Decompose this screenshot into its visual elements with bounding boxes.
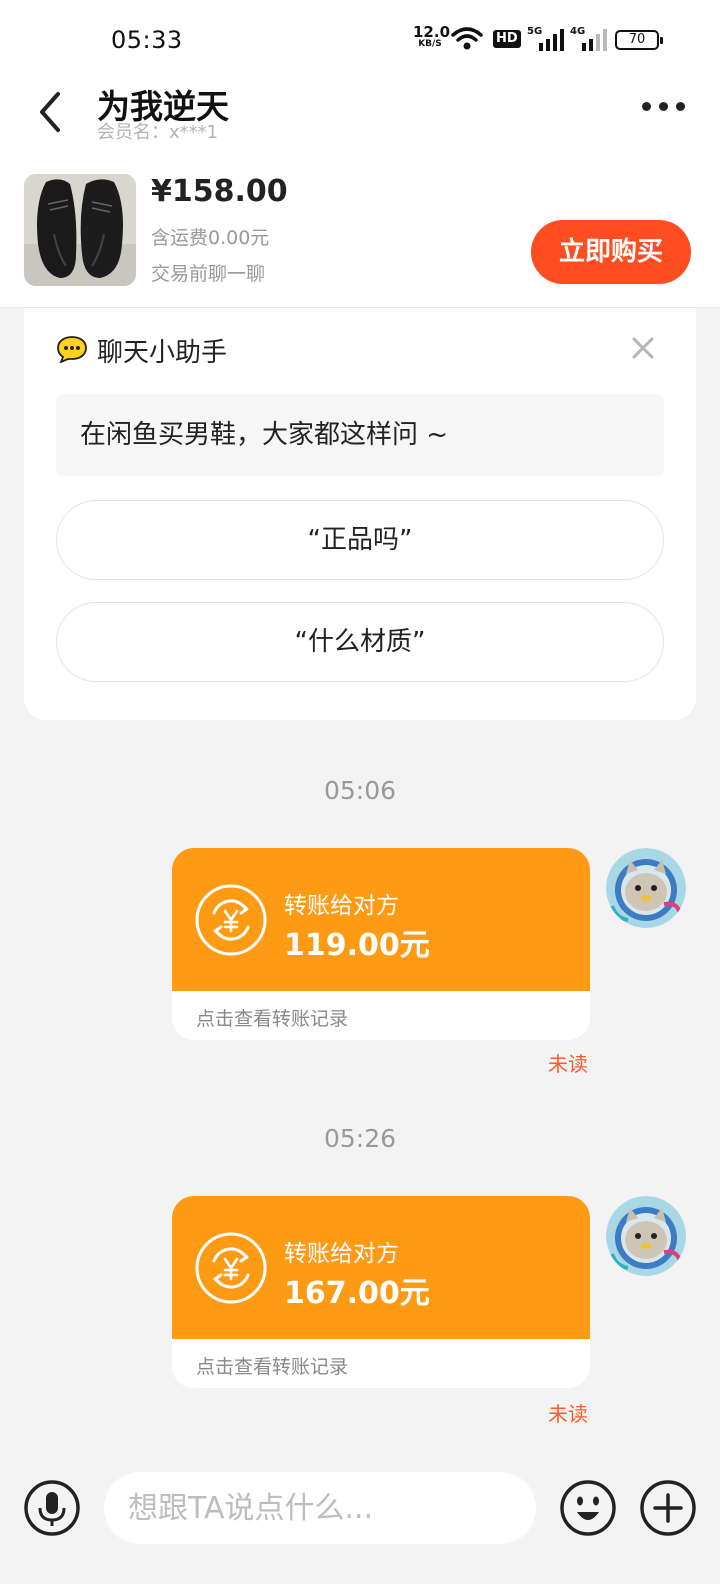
- network-speed: 12.0 KB/S: [413, 25, 450, 50]
- member-name: 会员名：x***1: [97, 122, 219, 143]
- status-bar: 05:33 12.0 KB/S HD 5G 4G 70: [0, 0, 720, 80]
- signal-sim2-icon: 4G: [570, 27, 608, 51]
- unread-status: 未读: [548, 1052, 588, 1076]
- assistant-hint: 在闲鱼买男鞋，大家都这样问 ~: [56, 394, 664, 476]
- transfer-amount: 119.00元: [284, 928, 430, 963]
- chevron-left-icon[interactable]: [28, 86, 72, 138]
- message-timestamp: 05:06: [323, 776, 397, 805]
- transfer-card[interactable]: 转账给对方 119.00元 点击查看转账记录: [172, 848, 590, 1040]
- unread-status: 未读: [548, 1402, 588, 1426]
- wifi-icon: [451, 27, 483, 50]
- user-avatar[interactable]: [606, 1196, 686, 1276]
- suggestion-chip[interactable]: “什么材质”: [56, 602, 664, 682]
- transfer-label: 转账给对方: [284, 1241, 399, 1267]
- product-card[interactable]: ¥158.00 含运费0.00元 交易前聊一聊 立即购买: [0, 160, 720, 308]
- status-time: 05:33: [111, 26, 183, 54]
- more-dots-icon[interactable]: [642, 98, 692, 114]
- transfer-card-header: 转账给对方 167.00元: [172, 1196, 590, 1339]
- message-input[interactable]: [104, 1472, 536, 1544]
- transfer-amount: 167.00元: [284, 1276, 430, 1311]
- message-timestamp: 05:26: [323, 1124, 397, 1153]
- transfer-record-link[interactable]: 点击查看转账记录: [196, 1352, 348, 1379]
- product-price: ¥158.00: [151, 174, 288, 209]
- battery-icon: 70: [615, 30, 663, 50]
- shipping-fee: 含运费0.00元: [151, 227, 270, 249]
- buy-now-button[interactable]: 立即购买: [531, 220, 691, 284]
- suggestion-chip[interactable]: “正品吗”: [56, 500, 664, 580]
- transfer-label: 转账给对方: [284, 893, 399, 919]
- transfer-card-header: 转账给对方 119.00元: [172, 848, 590, 991]
- yen-transfer-icon: [195, 1232, 267, 1304]
- assistant-title: 聊天小助手: [97, 338, 228, 368]
- chat-assistant-panel: 聊天小助手 在闲鱼买男鞋，大家都这样问 ~ “正品吗” “什么材质”: [24, 308, 696, 720]
- microphone-icon[interactable]: [24, 1480, 80, 1536]
- close-icon[interactable]: [629, 334, 657, 362]
- emoji-icon[interactable]: [560, 1480, 616, 1536]
- transfer-record-link[interactable]: 点击查看转账记录: [196, 1004, 348, 1031]
- plus-icon[interactable]: [640, 1480, 696, 1536]
- signal-sim1-icon: 5G: [527, 27, 565, 51]
- message-composer: [0, 1468, 720, 1584]
- chat-bubble-icon: [57, 336, 87, 363]
- transfer-card[interactable]: 转账给对方 167.00元 点击查看转账记录: [172, 1196, 590, 1388]
- chat-prompt: 交易前聊一聊: [151, 263, 266, 285]
- hd-voice-badge: HD: [493, 30, 521, 48]
- user-avatar[interactable]: [606, 848, 686, 928]
- battery-level: 70: [628, 32, 646, 47]
- product-image[interactable]: [24, 174, 136, 286]
- yen-transfer-icon: [195, 884, 267, 956]
- chat-header: 为我逆天 会员名：x***1: [0, 80, 720, 160]
